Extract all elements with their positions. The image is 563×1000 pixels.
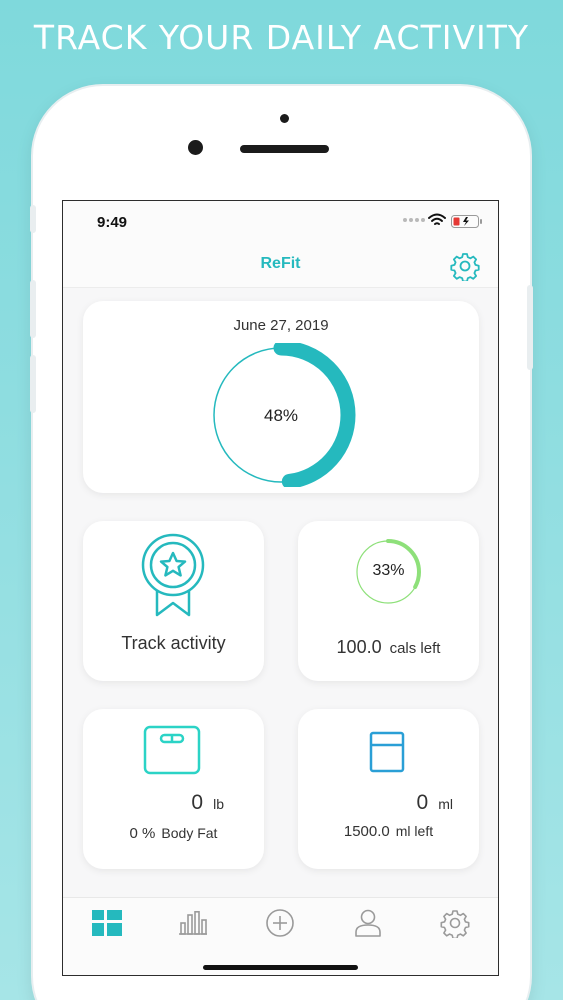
weight-card[interactable]: 0 lb 0 % Body Fat <box>83 709 264 869</box>
weight-value: 0 <box>191 791 204 814</box>
body-fat-label: Body Fat <box>161 825 218 841</box>
battery-icon <box>451 215 482 228</box>
glass-icon <box>369 731 405 773</box>
calorie-progress-percent: 33% <box>372 562 405 579</box>
app-title: ReFit <box>260 255 301 272</box>
water-left-label: ml left <box>395 823 434 839</box>
body-fat-line: 0 % Body Fat <box>83 825 264 842</box>
water-left-line: 1500.0 ml left <box>298 823 479 841</box>
home-indicator[interactable] <box>203 965 358 970</box>
phone-sensor <box>280 114 289 123</box>
tab-add[interactable] <box>260 908 300 938</box>
wifi-icon <box>428 213 446 225</box>
user-icon <box>355 909 381 937</box>
daily-summary-card[interactable]: June 27, 2019 48% <box>83 301 479 493</box>
phone-volume-up <box>30 280 36 338</box>
water-left-value: 1500.0 <box>343 823 390 840</box>
phone-power-button <box>527 285 533 370</box>
weight-line: 0 lb <box>191 791 224 815</box>
nav-bar: ReFit <box>63 243 498 288</box>
calories-left-unit: cals left <box>389 640 441 657</box>
summary-date: June 27, 2019 <box>233 317 329 334</box>
daily-progress-percent: 48% <box>263 406 299 425</box>
phone-camera <box>188 140 203 155</box>
award-ribbon-icon <box>141 533 205 617</box>
tab-profile[interactable] <box>348 908 388 938</box>
status-time: 9:49 <box>97 214 128 231</box>
signal-icon <box>403 218 425 222</box>
plus-circle-icon <box>266 909 294 937</box>
promo-headline: TRACK YOUR DAILY ACTIVITY <box>33 18 530 57</box>
track-activity-card[interactable]: Track activity <box>83 521 264 681</box>
track-activity-label: Track activity <box>121 633 226 653</box>
tab-settings[interactable] <box>435 908 475 938</box>
calories-left-line: 100.0 cals left <box>298 637 479 658</box>
scale-icon <box>143 725 201 775</box>
gear-icon[interactable] <box>450 251 480 281</box>
gear-icon <box>440 910 470 938</box>
tab-dashboard[interactable] <box>87 908 127 938</box>
water-card[interactable]: 0 ml 1500.0 ml left <box>298 709 479 869</box>
water-line: 0 ml <box>417 791 453 815</box>
tab-statistics[interactable] <box>173 908 213 938</box>
weight-unit: lb <box>213 796 224 812</box>
calories-left-value: 100.0 <box>336 637 382 657</box>
status-bar: 9:49 <box>63 201 498 243</box>
dashboard-icon <box>92 910 122 936</box>
phone-speaker <box>240 145 329 153</box>
water-unit: ml <box>438 796 453 812</box>
bar-chart-icon <box>179 911 207 935</box>
water-value: 0 <box>416 791 429 814</box>
phone-volume-down <box>30 355 36 413</box>
phone-side-button <box>30 205 36 233</box>
app-screen: 9:49 ReFit June 27, 2019 48% Track activ… <box>62 200 499 976</box>
body-fat-value: 0 % <box>129 825 156 842</box>
calories-card[interactable]: 33% 100.0 cals left <box>298 521 479 681</box>
